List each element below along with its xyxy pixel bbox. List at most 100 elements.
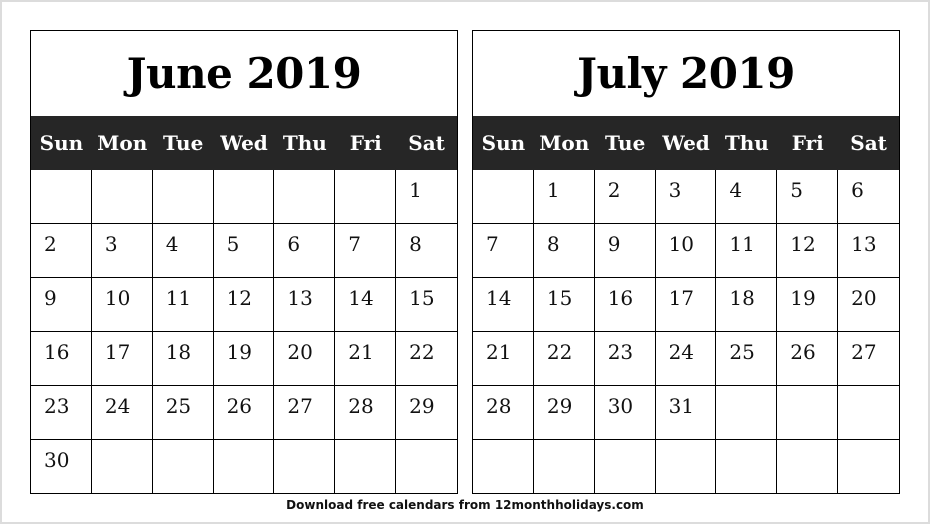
date-cell: 19: [777, 278, 839, 332]
date-cell: 25: [152, 386, 214, 440]
empty-cell: [473, 440, 534, 494]
date-cell: 24: [655, 332, 717, 386]
empty-cell: [153, 440, 214, 494]
empty-cell: [777, 440, 839, 494]
calendar-title: June 2019: [126, 49, 362, 98]
weekday-header-row: Sun Mon Tue Wed Thu Fri Sat: [473, 116, 899, 170]
weekday-thu: Thu: [724, 131, 769, 155]
date-cell: 23: [31, 386, 92, 440]
date-cell: 13: [838, 224, 899, 278]
weekday-header-row: Sun Mon Tue Wed Thu Fri Sat: [31, 116, 457, 170]
date-cell: 21: [335, 332, 397, 386]
empty-cell: [92, 440, 153, 494]
date-cell: 13: [274, 278, 336, 332]
empty-cell: [335, 440, 397, 494]
weekday-wed: Wed: [220, 131, 268, 155]
date-cell: 20: [274, 332, 336, 386]
weekday-thu: Thu: [282, 131, 327, 155]
calendar-title: July 2019: [577, 49, 795, 98]
date-cell: 21: [473, 332, 534, 386]
date-cell: 9: [31, 278, 92, 332]
date-cell: 22: [396, 332, 457, 386]
date-cell: 18: [152, 332, 214, 386]
date-cell: 16: [31, 332, 92, 386]
date-cell: 27: [274, 386, 336, 440]
date-grid: 1 2 3 4 5 6 7 8 9 10 11 12 13 14 15 16 17 18 19 20 21 22 23 24 2…: [31, 170, 457, 494]
empty-cell: [473, 170, 534, 224]
date-cell: 7: [335, 224, 397, 278]
date-cell: 1: [533, 170, 595, 224]
empty-cell: [214, 440, 275, 494]
date-cell: 28: [473, 386, 534, 440]
date-cell: 8: [533, 224, 595, 278]
footer-credit: Download free calendars from 12monthholi…: [286, 498, 644, 512]
weekday-sun: Sun: [481, 131, 526, 155]
date-cell: 11: [716, 224, 778, 278]
weekday-wed: Wed: [662, 131, 710, 155]
date-cell: 22: [533, 332, 595, 386]
empty-cell: [335, 170, 397, 224]
date-cell: 12: [777, 224, 839, 278]
empty-cell: [31, 170, 92, 224]
date-cell: 28: [335, 386, 397, 440]
empty-cell: [716, 440, 778, 494]
date-cell: 12: [213, 278, 275, 332]
weekday-sun: Sun: [39, 131, 84, 155]
empty-cell: [777, 386, 839, 440]
date-cell: 1: [396, 170, 457, 224]
date-cell: 5: [777, 170, 839, 224]
date-cell: 11: [152, 278, 214, 332]
date-cell: 30: [594, 386, 656, 440]
date-cell: 29: [533, 386, 595, 440]
empty-cell: [595, 440, 656, 494]
date-cell: 26: [213, 386, 275, 440]
calendar-june-2019: June 2019 Sun Mon Tue Wed Thu Fri Sat 12…: [30, 30, 458, 494]
date-cell: 6: [838, 170, 899, 224]
weekday-tue: Tue: [162, 131, 204, 155]
date-cell: 15: [396, 278, 457, 332]
date-cell: 9: [594, 224, 656, 278]
date-cell: 17: [91, 332, 153, 386]
date-cell: 6: [274, 224, 336, 278]
date-cell: 14: [335, 278, 397, 332]
weekday-sat: Sat: [408, 131, 445, 155]
date-cell: 8: [396, 224, 457, 278]
date-cell: 4: [152, 224, 214, 278]
date-cell: 15: [533, 278, 595, 332]
date-cell: 29: [396, 386, 457, 440]
date-cell: 5: [213, 224, 275, 278]
empty-cell: [91, 170, 153, 224]
date-cell: 3: [655, 170, 717, 224]
date-cell: 10: [655, 224, 717, 278]
date-cell: 31: [655, 386, 717, 440]
date-cell: 4: [716, 170, 778, 224]
empty-cell: [656, 440, 717, 494]
date-cell: 3: [91, 224, 153, 278]
date-cell: 17: [655, 278, 717, 332]
empty-cell: [274, 170, 336, 224]
date-cell: 30: [31, 440, 92, 494]
date-cell: 2: [594, 170, 656, 224]
date-cell: 19: [213, 332, 275, 386]
calendar-july-2019: July 2019 Sun Mon Tue Wed Thu Fri Sat 12…: [472, 30, 900, 494]
date-cell: 23: [594, 332, 656, 386]
empty-cell: [534, 440, 595, 494]
date-grid: 1 2 3 4 5 6 7 8 9 10 11 12 13 14 15 16 17 18 19 20 21 22 23 24 2…: [473, 170, 899, 494]
empty-cell: [152, 170, 214, 224]
date-cell: 20: [838, 278, 899, 332]
date-cell: 27: [838, 332, 899, 386]
date-cell: 24: [91, 386, 153, 440]
date-cell: 14: [473, 278, 534, 332]
empty-cell: [213, 170, 275, 224]
date-cell: 2: [31, 224, 92, 278]
empty-cell: [274, 440, 336, 494]
date-cell: 16: [594, 278, 656, 332]
date-cell: 10: [91, 278, 153, 332]
weekday-sat: Sat: [850, 131, 887, 155]
empty-cell: [396, 440, 457, 494]
weekday-mon: Mon: [97, 131, 148, 155]
date-cell: 7: [473, 224, 534, 278]
date-cell: 18: [716, 278, 778, 332]
date-cell: 26: [777, 332, 839, 386]
empty-cell: [838, 440, 899, 494]
